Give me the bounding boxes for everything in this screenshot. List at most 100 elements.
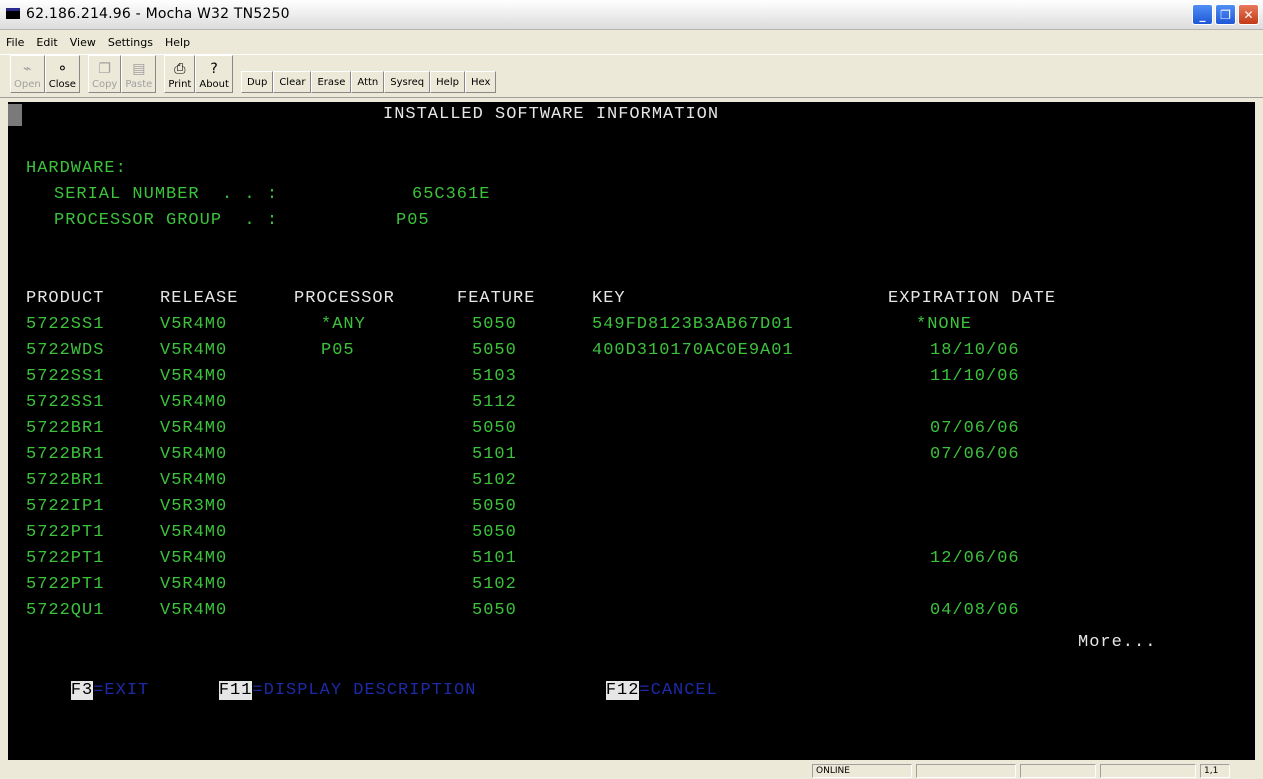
cell-product: 5722BR1: [26, 445, 105, 464]
cell-release: V5R4M0: [160, 393, 228, 412]
close-session-icon: ⚬: [56, 61, 69, 77]
cell-expiration: 07/06/06: [930, 419, 1020, 438]
cell-product: 5722BR1: [26, 471, 105, 490]
about-button[interactable]: ? About: [195, 55, 233, 93]
cell-key: 400D310170AC0E9A01: [592, 341, 794, 360]
fkey-f3[interactable]: F3=EXIT: [26, 658, 149, 724]
header-processor: PROCESSOR: [294, 289, 395, 308]
printer-icon: ⎙: [174, 61, 186, 77]
cell-expiration: 18/10/06: [930, 341, 1020, 360]
menu-bar: File Edit View Settings Help: [0, 30, 1263, 54]
cell-release: V5R4M0: [160, 549, 228, 568]
help-button[interactable]: Help: [430, 71, 465, 93]
paste-button[interactable]: ▤ Paste: [121, 55, 157, 93]
question-icon: ?: [210, 61, 218, 77]
title-bar: 62.186.214.96 - Mocha W32 TN5250 _ ❐ ✕: [0, 0, 1263, 30]
cell-release: V5R4M0: [160, 471, 228, 490]
cell-release: V5R4M0: [160, 523, 228, 542]
status-cell-empty-3: [1100, 764, 1196, 778]
dup-button[interactable]: Dup: [240, 71, 274, 93]
status-cell-empty-1: [916, 764, 1016, 778]
cell-feature: 5103: [472, 367, 517, 386]
fkey-f12[interactable]: F12=CANCEL: [561, 658, 718, 724]
sysreq-button[interactable]: Sysreq: [384, 71, 431, 93]
menu-help[interactable]: Help: [165, 36, 190, 49]
fkey-f11-action: =DISPLAY DESCRIPTION: [252, 681, 477, 700]
cell-expiration: 11/10/06: [930, 367, 1020, 386]
fkey-f12-action: =CANCEL: [639, 681, 718, 700]
menu-view[interactable]: View: [70, 36, 96, 49]
maximize-icon[interactable]: ❐: [1215, 4, 1236, 25]
copy-icon: ❐: [98, 61, 111, 77]
attn-button[interactable]: Attn: [351, 71, 385, 93]
cell-feature: 5101: [472, 549, 517, 568]
cell-feature: 5102: [472, 575, 517, 594]
status-bar: ONLINE 1,1: [0, 762, 1263, 779]
terminal-cursor: [8, 104, 22, 126]
cell-product: 5722SS1: [26, 367, 105, 386]
fkey-f3-key: F3: [70, 681, 94, 700]
processor-group-label: PROCESSOR GROUP . :: [54, 211, 279, 230]
screen-title: INSTALLED SOFTWARE INFORMATION: [383, 105, 720, 124]
serial-number-value: 65C361E: [412, 185, 491, 204]
minimize-icon[interactable]: _: [1192, 4, 1213, 25]
cell-product: 5722PT1: [26, 523, 105, 542]
cell-release: V5R4M0: [160, 575, 228, 594]
cell-feature: 5050: [472, 341, 517, 360]
menu-settings[interactable]: Settings: [108, 36, 153, 49]
status-cell-empty-2: [1020, 764, 1096, 778]
cell-release: V5R4M0: [160, 601, 228, 620]
erase-button[interactable]: Erase: [311, 71, 352, 93]
fkey-f11[interactable]: F11=DISPLAY DESCRIPTION: [174, 658, 476, 724]
header-feature: FEATURE: [457, 289, 536, 308]
cell-expiration: 04/08/06: [930, 601, 1020, 620]
terminal-screen[interactable]: INSTALLED SOFTWARE INFORMATION HARDWARE:…: [8, 102, 1255, 760]
cell-feature: 5050: [472, 523, 517, 542]
cell-product: 5722WDS: [26, 341, 105, 360]
close-button[interactable]: ⚬ Close: [44, 55, 80, 93]
open-icon: ⌁: [23, 61, 32, 77]
menu-edit[interactable]: Edit: [36, 36, 57, 49]
cell-release: V5R4M0: [160, 315, 228, 334]
cell-feature: 5101: [472, 445, 517, 464]
close-window-icon[interactable]: ✕: [1238, 4, 1259, 25]
print-button[interactable]: ⎙ Print: [164, 55, 196, 93]
hardware-label: HARDWARE:: [26, 159, 127, 178]
cell-release: V5R4M0: [160, 341, 228, 360]
header-key: KEY: [592, 289, 626, 308]
menu-file[interactable]: File: [6, 36, 24, 49]
processor-group-value: P05: [396, 211, 430, 230]
serial-number-label: SERIAL NUMBER . . :: [54, 185, 279, 204]
cell-expiration: 12/06/06: [930, 549, 1020, 568]
cell-product: 5722SS1: [26, 393, 105, 412]
connection-status: ONLINE: [812, 764, 912, 778]
cell-processor: P05: [321, 341, 355, 360]
cursor-position: 1,1: [1200, 764, 1230, 778]
cell-feature: 5112: [472, 393, 517, 412]
more-indicator: More...: [1078, 633, 1157, 652]
cell-product: 5722PT1: [26, 575, 105, 594]
open-button[interactable]: ⌁ Open: [10, 55, 45, 93]
cell-processor: *ANY: [321, 315, 366, 334]
cell-expiration: *NONE: [916, 315, 973, 334]
window-controls: _ ❐ ✕: [1192, 4, 1259, 25]
toolbar: ⌁ Open ⚬ Close ❐ Copy ▤ Paste ⎙ Print ? …: [0, 54, 1263, 98]
fkey-f3-action: =EXIT: [93, 681, 150, 700]
fkey-f11-key: F11: [218, 681, 253, 700]
cell-feature: 5050: [472, 497, 517, 516]
cell-product: 5722BR1: [26, 419, 105, 438]
cell-product: 5722PT1: [26, 549, 105, 568]
cell-feature: 5102: [472, 471, 517, 490]
terminal-app-icon: [6, 8, 20, 19]
window-title: 62.186.214.96 - Mocha W32 TN5250: [26, 6, 290, 22]
cell-expiration: 07/06/06: [930, 445, 1020, 464]
cell-feature: 5050: [472, 419, 517, 438]
hex-button[interactable]: Hex: [464, 71, 497, 93]
copy-button[interactable]: ❐ Copy: [87, 55, 122, 93]
header-release: RELEASE: [160, 289, 239, 308]
cell-product: 5722IP1: [26, 497, 105, 516]
cell-product: 5722SS1: [26, 315, 105, 334]
clear-button[interactable]: Clear: [273, 71, 312, 93]
cell-feature: 5050: [472, 601, 517, 620]
paste-icon: ▤: [132, 61, 146, 77]
